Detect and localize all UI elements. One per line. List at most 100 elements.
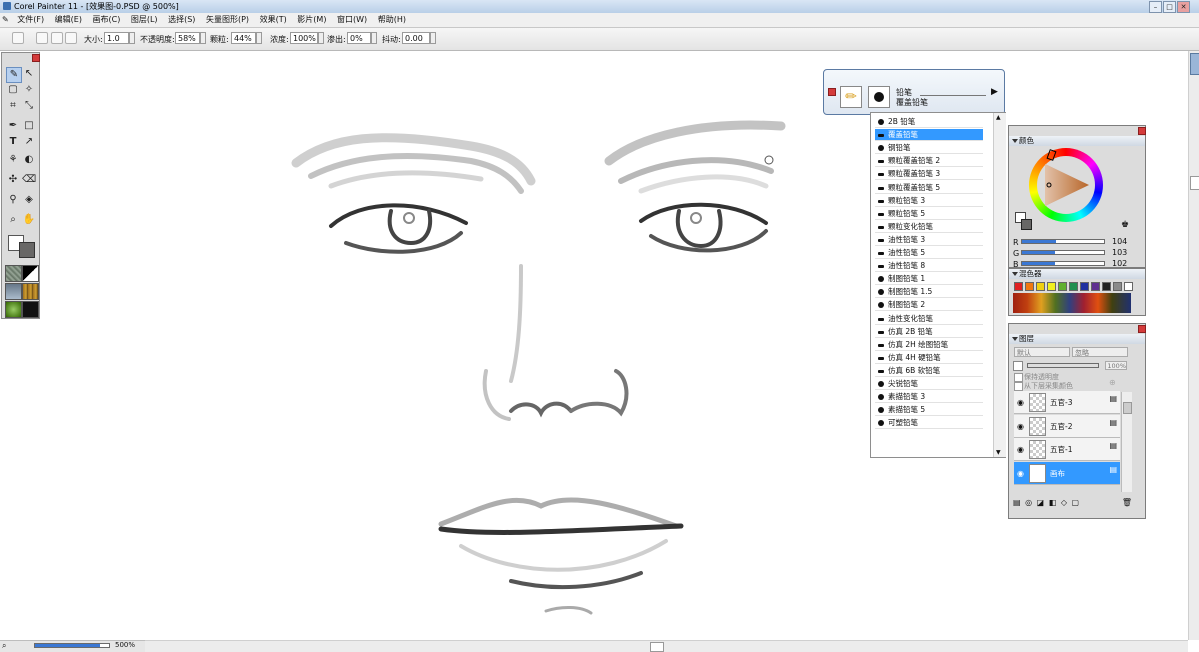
mixer-swatch[interactable] <box>1069 282 1078 291</box>
brush-variant-item[interactable]: 仿真 2H 绘图铅笔 <box>875 339 983 351</box>
mixer-pad[interactable] <box>1013 293 1131 313</box>
dropper-icon[interactable]: ⚲ <box>6 193 20 207</box>
layer-opacity-value[interactable]: 100% <box>1105 361 1127 370</box>
look-selector-icon[interactable] <box>22 301 39 318</box>
minimize-button[interactable]: – <box>1149 1 1162 13</box>
main-color-swatch[interactable] <box>19 242 35 258</box>
preserve-transparency-checkbox[interactable] <box>1014 373 1023 382</box>
brush-variant-item[interactable]: 仿真 6B 软铅笔 <box>875 365 983 377</box>
color-panel-close-icon[interactable] <box>1138 127 1146 135</box>
transform-icon[interactable]: ⤡ <box>22 99 36 113</box>
grain-stepper[interactable] <box>256 32 262 44</box>
menu-canvas[interactable]: 画布(C) <box>88 13 124 27</box>
brush-icon[interactable]: ✎ <box>6 67 22 83</box>
layer-row[interactable]: ◉ 五官-3 ▤ <box>1014 391 1120 414</box>
rubber-stamp-icon[interactable]: ◐ <box>22 153 36 167</box>
b-slider[interactable] <box>1021 261 1105 266</box>
brush-variant-item[interactable]: 油性变化铅笔 <box>875 313 983 325</box>
straight-line-icon[interactable] <box>65 32 77 44</box>
grain-input[interactable]: 44% <box>231 32 256 44</box>
brush-variant-item[interactable]: 可塑铅笔 <box>875 417 983 430</box>
magic-wand-icon[interactable]: ✧ <box>22 83 36 97</box>
zoom-level[interactable]: 500% <box>115 641 135 649</box>
size-input[interactable]: 1.0 <box>104 32 129 44</box>
mixer-swatch[interactable] <box>1058 282 1067 291</box>
paper-selector-icon[interactable] <box>5 265 22 282</box>
mixer-swatch[interactable] <box>1113 282 1122 291</box>
size-stepper[interactable] <box>129 32 135 44</box>
hue-ring[interactable] <box>1029 148 1103 222</box>
menu-select[interactable]: 选择(S) <box>164 13 199 27</box>
brush-variant-dab-icon[interactable] <box>868 86 890 108</box>
brush-variant-name[interactable]: 覆盖铅笔 <box>896 97 928 108</box>
brush-variant-item[interactable]: 2B 铅笔 <box>875 116 983 128</box>
pattern-selector-icon[interactable] <box>5 283 22 300</box>
brush-variant-item[interactable]: 仿真 4H 硬铅笔 <box>875 352 983 364</box>
composite-method-select[interactable]: 默认 <box>1014 347 1070 357</box>
reset-tool-icon[interactable] <box>36 32 48 44</box>
layer-commands-toolbar[interactable]: ▤ ◎ ◪ ◧ ◇ ▢ 🗑 <box>1013 498 1133 510</box>
layer-row[interactable]: ◉ 五官-1 ▤ <box>1014 438 1120 461</box>
layer-opacity-slider[interactable] <box>1027 363 1099 368</box>
brush-variant-item[interactable]: 油性铅笔 5 <box>875 247 983 259</box>
close-button[interactable]: ✕ <box>1177 1 1190 13</box>
grabber-hand-icon[interactable]: ✋ <box>22 213 36 227</box>
brush-variant-item[interactable]: 油性铅笔 3 <box>875 234 983 246</box>
layers-scrollbar[interactable] <box>1121 392 1132 492</box>
menu-effects[interactable]: 效果(T) <box>256 13 291 27</box>
opacity-input[interactable]: 58% <box>175 32 200 44</box>
shape-selection-icon[interactable]: ↗ <box>22 135 36 149</box>
mixer-swatch[interactable] <box>1124 282 1133 291</box>
layer-visibility-icon[interactable]: ◉ <box>1017 445 1024 454</box>
r-value[interactable]: 104 <box>1112 237 1127 246</box>
toolbox-close-icon[interactable] <box>32 54 40 62</box>
app-menu-icon[interactable]: ✎ <box>0 13 11 27</box>
brush-variant-item[interactable]: 颗粒覆盖铅笔 3 <box>875 168 983 181</box>
maximize-button[interactable]: □ <box>1163 1 1176 13</box>
pen-icon[interactable]: ✒ <box>6 119 20 133</box>
brush-variant-item[interactable]: 仿真 2B 铅笔 <box>875 326 983 338</box>
rectangle-shape-icon[interactable]: □ <box>22 119 36 133</box>
brush-variant-item[interactable]: 颗粒变化铅笔 <box>875 221 983 233</box>
brush-variant-item[interactable]: 颗粒铅笔 3 <box>875 195 983 207</box>
brush-variant-item[interactable]: 尖锐铅笔 <box>875 378 983 390</box>
dodge-icon[interactable]: ✣ <box>6 173 20 187</box>
weave-selector-icon[interactable] <box>22 283 39 300</box>
menu-window[interactable]: 窗口(W) <box>333 13 371 27</box>
mixer-swatch[interactable] <box>1036 282 1045 291</box>
brush-variant-item[interactable]: 颗粒铅笔 5 <box>875 208 983 220</box>
brush-variant-item[interactable]: 覆盖铅笔 <box>875 129 983 142</box>
r-slider[interactable] <box>1021 239 1105 244</box>
eraser-icon[interactable]: ⌫ <box>22 173 36 187</box>
text-icon[interactable]: T <box>6 135 20 149</box>
bleed-input[interactable]: 0% <box>347 32 371 44</box>
freehand-stroke-icon[interactable] <box>51 32 63 44</box>
brush-tool-icon[interactable] <box>12 32 24 44</box>
brush-selector-close-icon[interactable] <box>828 88 836 96</box>
mixer-swatch[interactable] <box>1102 282 1111 291</box>
layer-lock-icon[interactable]: ⊕ <box>1109 378 1116 387</box>
composite-depth-select[interactable]: 忽略 <box>1072 347 1128 357</box>
mixer-swatch[interactable] <box>1014 282 1023 291</box>
brush-variant-item[interactable]: 制图铅笔 1.5 <box>875 286 983 299</box>
layers-panel-close-icon[interactable] <box>1138 325 1146 333</box>
clone-color-icon[interactable]: ♚ <box>1121 220 1129 230</box>
opacity-stepper[interactable] <box>200 32 206 44</box>
brush-list-scrollbar[interactable]: ▲ ▼ <box>993 113 1006 457</box>
menu-file[interactable]: 文件(F) <box>13 13 48 27</box>
menu-shapes[interactable]: 矢量图形(P) <box>202 13 253 27</box>
brush-variant-item[interactable]: 素描铅笔 3 <box>875 391 983 404</box>
b-value[interactable]: 102 <box>1112 259 1127 268</box>
g-value[interactable]: 103 <box>1112 248 1127 257</box>
mixer-swatch[interactable] <box>1047 282 1056 291</box>
menu-movie[interactable]: 影片(M) <box>293 13 330 27</box>
jitter-input[interactable]: 0.00 <box>402 32 430 44</box>
layer-visibility-icon[interactable]: ◉ <box>1017 398 1024 407</box>
brush-variant-item[interactable]: 颗粒覆盖铅笔 2 <box>875 155 983 168</box>
pencil-category-icon[interactable]: ✏ <box>840 86 862 108</box>
brush-variant-item[interactable]: 油性铅笔 8 <box>875 260 983 273</box>
nozzle-selector-icon[interactable] <box>5 301 22 318</box>
brush-variant-item[interactable]: 素描铅笔 5 <box>875 404 983 417</box>
gradient-selector-icon[interactable] <box>22 265 39 282</box>
layers-panel-header[interactable]: 图层 <box>1009 334 1145 344</box>
